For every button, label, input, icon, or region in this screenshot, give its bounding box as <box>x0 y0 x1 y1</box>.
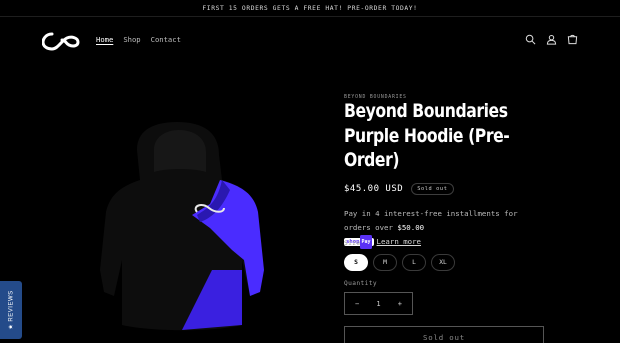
nav-contact[interactable]: Contact <box>151 35 181 44</box>
installments-info: Pay in 4 interest-free installments for … <box>344 207 544 249</box>
shoppay-pay: Pay <box>360 235 372 249</box>
learn-more-link[interactable]: Learn more <box>377 237 422 246</box>
sold-out-badge: Sold out <box>411 183 454 195</box>
price-row: $45.00 USD Sold out <box>344 183 454 195</box>
main-nav: Home Shop Contact <box>96 35 181 44</box>
header-icons <box>525 34 578 45</box>
product-image-hoodie[interactable] <box>82 120 272 334</box>
reviews-tab[interactable]: ★ REVIEWS <box>0 281 22 339</box>
quantity-minus-button[interactable]: − <box>355 300 359 308</box>
sold-out-button[interactable]: Sold out <box>344 326 544 343</box>
search-icon[interactable] <box>525 34 536 45</box>
installments-text: Pay in 4 interest-free installments for … <box>344 209 518 232</box>
size-option-s[interactable]: S <box>344 254 368 271</box>
size-option-m[interactable]: M <box>373 254 397 271</box>
size-option-xl[interactable]: XL <box>431 254 455 271</box>
quantity-value[interactable]: 1 <box>376 300 380 308</box>
size-options: S M L XL <box>344 254 455 271</box>
product-title: Beyond Boundaries Purple Hoodie (Pre-Ord… <box>344 101 510 171</box>
account-icon[interactable] <box>546 34 557 45</box>
infinity-logo-icon[interactable] <box>42 30 80 52</box>
installments-amount: $50.00 <box>397 223 425 232</box>
cart-icon[interactable] <box>567 34 578 45</box>
nav-home[interactable]: Home <box>96 35 113 44</box>
quantity-plus-button[interactable]: + <box>398 300 402 308</box>
product-price: $45.00 USD <box>344 184 404 194</box>
size-label: Size <box>344 240 361 247</box>
size-option-l[interactable]: L <box>402 254 426 271</box>
quantity-label: Quantity <box>344 280 378 287</box>
reviews-tab-label: ★ REVIEWS <box>8 290 15 330</box>
announcement-bar: FIRST 15 ORDERS GETS A FREE HAT! PRE-ORD… <box>0 0 620 17</box>
quantity-stepper: − 1 + <box>344 292 413 315</box>
nav-shop[interactable]: Shop <box>123 35 140 44</box>
